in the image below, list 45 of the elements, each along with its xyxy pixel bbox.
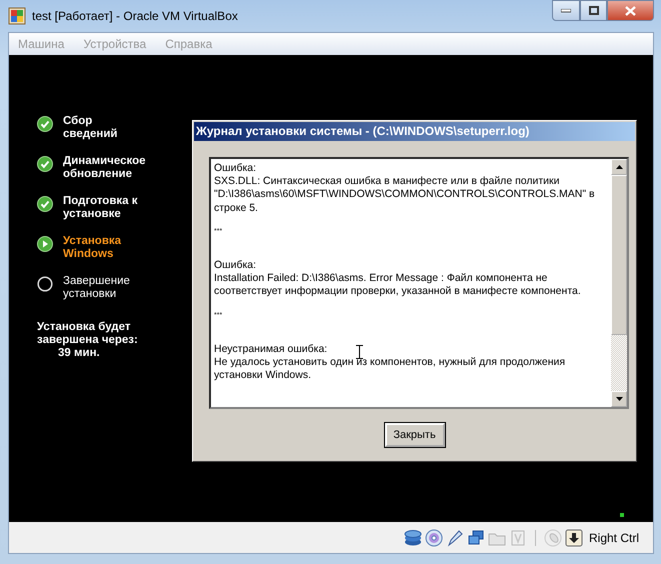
text-cursor-icon	[356, 345, 363, 359]
close-button[interactable]	[607, 0, 654, 21]
scroll-down-icon[interactable]	[611, 391, 627, 407]
maximize-icon	[588, 6, 598, 15]
log-line: Installation Failed: D:\I386\asms. Error Message : Файл компонента не соответствует информации проверки, указанной в манифесте компонента.	[214, 272, 582, 299]
log-line: Ошибка:	[214, 162, 256, 176]
close-button[interactable]: Закрыть	[384, 423, 444, 447]
check-circle-icon	[37, 156, 53, 172]
network-icon[interactable]	[466, 528, 485, 546]
host-key-icon[interactable]	[564, 528, 583, 546]
time-remaining-label: Установка будет завершена через:	[37, 321, 139, 347]
check-circle-icon	[37, 196, 53, 212]
step-label: Подготовка к установке	[63, 195, 138, 221]
window-title: test [Работает] - Oracle VM VirtualBox	[32, 9, 238, 23]
step-label: Завершение установки	[63, 275, 130, 301]
optical-disc-icon[interactable]	[424, 528, 443, 546]
dialog-title: Журнал установки системы - (C:\WINDOWS\setuperr.log)	[194, 122, 635, 141]
check-circle-icon	[37, 116, 53, 132]
minimize-button[interactable]	[552, 0, 580, 21]
hard-disk-icon[interactable]	[404, 528, 422, 546]
empty-circle-icon	[37, 276, 53, 292]
close-icon	[625, 6, 636, 16]
app-icon	[8, 7, 26, 25]
log-line: Ошибка:	[214, 259, 256, 272]
step-label: Динамическое обновление	[63, 155, 146, 181]
log-text-area[interactable]	[209, 157, 629, 409]
step-label: Сбор сведений	[63, 115, 118, 141]
log-line: SXS.DLL: Синтаксическая ошибка в манифесте или в файле политики "D:\I386\asms\60\MSFT\WINDOWS\COMMON\CONTROLS\CONTROLS.MAN" в строке 5.	[214, 175, 596, 215]
menu-item[interactable]: Устройства	[83, 37, 146, 51]
log-line: Неустранимая ошибка:	[214, 342, 328, 356]
menu-item[interactable]: Машина	[18, 37, 64, 51]
step-label: Установка Windows	[63, 235, 122, 261]
scrollbar[interactable]	[611, 159, 627, 407]
menu-item[interactable]: Справка	[165, 37, 212, 51]
maximize-button[interactable]	[580, 0, 607, 21]
minimize-icon	[561, 8, 571, 12]
scroll-up-icon[interactable]	[611, 159, 627, 175]
log-line: Не удалось установить один из компонентов, нужный для продолжения установки Windows.	[214, 356, 566, 382]
activity-indicator	[620, 513, 624, 517]
host-key-label: Right Ctrl	[588, 530, 639, 544]
pen-icon[interactable]	[446, 528, 464, 546]
time-remaining-value: 39 мин.	[58, 347, 100, 360]
scroll-thumb[interactable]	[611, 175, 627, 335]
vm-screen[interactable]	[9, 55, 653, 522]
play-circle-icon	[37, 236, 53, 252]
